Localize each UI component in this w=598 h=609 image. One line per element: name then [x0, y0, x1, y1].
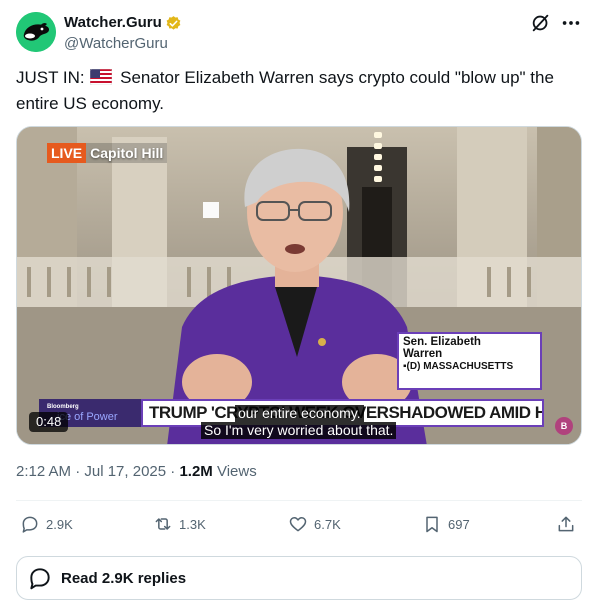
read-replies-button[interactable]: Read 2.9K replies — [16, 556, 582, 600]
video-frame-image — [17, 127, 581, 444]
corner-logo: B — [555, 417, 573, 435]
bookmark-count: 697 — [448, 516, 470, 532]
tweet-text-prefix: JUST IN: — [16, 68, 85, 87]
network-name: Bloomberg — [47, 404, 79, 410]
share-icon — [558, 516, 574, 532]
video-duration: 0:48 — [29, 412, 69, 432]
bookmark-icon — [426, 516, 438, 533]
display-name[interactable]: Watcher.Guru — [64, 13, 162, 33]
video-player[interactable]: LIVE Capitol Hill Sen. Elizabeth Warren … — [16, 126, 582, 445]
more-options-icon[interactable] — [560, 12, 582, 34]
tweet-meta: 2:12 AM · Jul 17, 2025 · 1.2M Views — [16, 462, 257, 482]
handle[interactable]: @WatcherGuru — [64, 34, 182, 54]
display-name-row[interactable]: Watcher.Guru — [64, 13, 182, 33]
share-button[interactable] — [556, 508, 582, 540]
caption-line-2: So I'm very worried about that. — [201, 422, 397, 439]
action-bar: 2.9K 1.3K 6.7K 697 — [16, 508, 582, 540]
like-count: 6.7K — [314, 516, 341, 532]
heart-icon — [289, 517, 307, 532]
views-count: 1.2M — [179, 463, 213, 480]
tweet-text: JUST IN: Senator Elizabeth Warren says c… — [16, 66, 582, 116]
reply-count: 2.9K — [46, 516, 73, 532]
repost-count: 1.3K — [179, 516, 206, 532]
reply-icon — [22, 516, 38, 533]
caption-line-1: our entire economy. — [235, 405, 364, 422]
bookmark-button[interactable]: 697 — [422, 508, 470, 540]
repost-button[interactable]: 1.3K — [153, 508, 206, 540]
avatar[interactable] — [16, 12, 56, 52]
tweet-header: Watcher.Guru @WatcherGuru — [16, 12, 582, 52]
live-tag: LIVE — [47, 143, 87, 163]
repost-icon — [155, 518, 171, 530]
lower-third-party: (D) MASSACHUSETTS — [406, 361, 514, 372]
reply-bubble-icon — [30, 568, 50, 590]
divider — [16, 500, 582, 501]
live-badge: LIVE Capitol Hill — [47, 143, 168, 163]
read-replies-label: Read 2.9K replies — [61, 569, 187, 587]
lower-third-name-line-2: Warren — [403, 348, 443, 360]
timestamp[interactable]: 2:12 AM · Jul 17, 2025 · — [16, 463, 179, 480]
verified-badge-icon — [165, 15, 182, 32]
us-flag-icon — [90, 68, 113, 92]
lower-third-name-line-1: Sen. Elizabeth — [403, 336, 481, 348]
live-location: Capitol Hill — [86, 143, 168, 163]
grok-icon[interactable] — [530, 12, 552, 34]
like-button[interactable]: 6.7K — [288, 508, 341, 540]
reply-button[interactable]: 2.9K — [20, 508, 73, 540]
views-label: Views — [212, 463, 257, 480]
name-lower-third: Sen. Elizabeth Warren ▪(D) MASSACHUSETTS — [397, 332, 542, 390]
